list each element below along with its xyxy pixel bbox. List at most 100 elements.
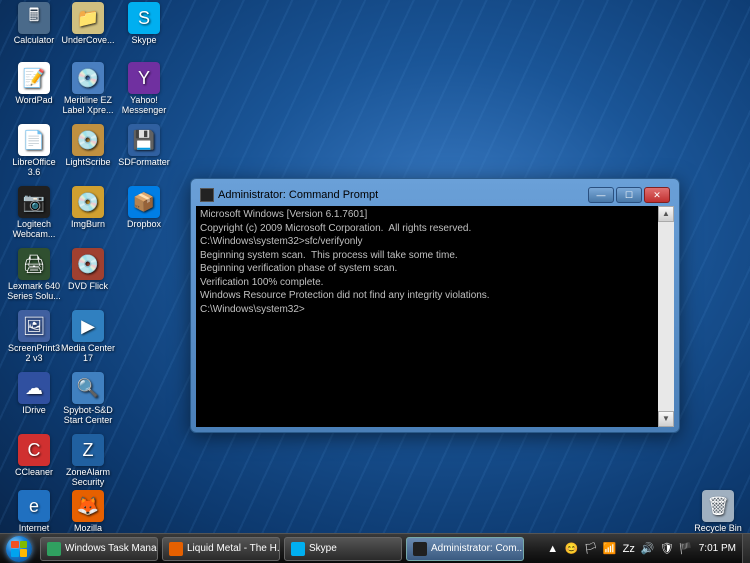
taskbar: Windows Task Manag... Liquid Metal - The … — [0, 533, 750, 563]
tray-icon-1[interactable]: 😊 — [565, 542, 579, 556]
icon-label: ZoneAlarm Security — [60, 468, 116, 488]
icon-label: DVD Flick — [68, 282, 108, 292]
show-desktop-button[interactable] — [742, 534, 750, 563]
tray-icon-4[interactable]: Zz — [622, 542, 636, 556]
app-icon: 🔍 — [72, 372, 104, 404]
taskbar-button-0[interactable]: Windows Task Manag... — [40, 537, 158, 561]
cmd-icon — [200, 188, 214, 202]
console-line: Windows Resource Protection did not find… — [200, 289, 670, 303]
icon-label: IDrive — [22, 406, 46, 416]
console-line: Verification 100% complete. — [200, 276, 670, 290]
maximize-button[interactable]: ☐ — [616, 187, 642, 203]
icon-label: SDFormatter — [118, 158, 170, 168]
taskbar-button-2[interactable]: Skype — [284, 537, 402, 561]
console-line: C:\Windows\system32>sfc/verifyonly — [200, 235, 670, 249]
console-line: Microsoft Windows [Version 6.1.7601] — [200, 208, 670, 222]
desktop-icon-lexmark-640-series-solu[interactable]: 🖨Lexmark 640 Series Solu... — [6, 248, 62, 302]
tray-icon-0[interactable]: ▲ — [546, 542, 560, 556]
close-button[interactable]: ✕ — [644, 187, 670, 203]
icon-label: Logitech Webcam... — [6, 220, 62, 240]
console-line: Beginning verification phase of system s… — [200, 262, 670, 276]
taskbar-label: Administrator: Com... — [431, 543, 524, 554]
taskbar-app-icon — [413, 542, 427, 556]
app-icon: 📝 — [18, 62, 50, 94]
desktop-icon-recycle-bin[interactable]: 🗑Recycle Bin — [690, 490, 746, 534]
desktop-icon-wordpad[interactable]: 📝 WordPad — [6, 62, 62, 106]
desktop-icon-undercove[interactable]: 📁 UnderCove... — [60, 2, 116, 46]
desktop-icon-meritline-ez-label-xpre[interactable]: 💿Meritline EZ Label Xpre... — [60, 62, 116, 116]
desktop-icon-yahoo-messenger[interactable]: YYahoo! Messenger — [116, 62, 172, 116]
desktop-icon-idrive[interactable]: ☁ IDrive — [6, 372, 62, 416]
icon-label: Yahoo! Messenger — [116, 96, 172, 116]
icon-label: ScreenPrint32 v3 — [6, 344, 62, 364]
icon-label: Spybot-S&D Start Center — [60, 406, 116, 426]
desktop-icon-lightscribe[interactable]: 💿 LightScribe — [60, 124, 116, 168]
app-icon: 💿 — [72, 62, 104, 94]
app-icon: S — [128, 2, 160, 34]
icon-label: UnderCove... — [61, 36, 114, 46]
tray-icon-6[interactable]: 🛡 — [660, 542, 674, 556]
taskbar-label: Liquid Metal - The H... — [187, 543, 280, 554]
scroll-track[interactable] — [658, 222, 674, 411]
console-line: Beginning system scan. This process will… — [200, 249, 670, 263]
desktop-icon-zonealarm-security[interactable]: ZZoneAlarm Security — [60, 434, 116, 488]
desktop-icon-sdformatter[interactable]: 💾SDFormatter — [116, 124, 172, 168]
app-icon: 📷 — [18, 186, 50, 218]
console-output[interactable]: Microsoft Windows [Version 6.1.7601]Copy… — [196, 206, 674, 427]
desktop-icon-screenprint32-v3[interactable]: 🖼ScreenPrint32 v3 — [6, 310, 62, 364]
taskbar-app-icon — [169, 542, 183, 556]
desktop-icon-dvd-flick[interactable]: 💿 DVD Flick — [60, 248, 116, 292]
icon-label: LibreOffice 3.6 — [6, 158, 62, 178]
window-title: Administrator: Command Prompt — [218, 189, 588, 201]
icon-label: CCleaner — [15, 468, 53, 478]
app-icon: 🖼 — [18, 310, 50, 342]
icon-label: Meritline EZ Label Xpre... — [60, 96, 116, 116]
app-icon: C — [18, 434, 50, 466]
scrollbar[interactable]: ▲ ▼ — [658, 206, 674, 427]
desktop-icon-media-center-17[interactable]: ▶Media Center 17 — [60, 310, 116, 364]
console-line: C:\Windows\system32> — [200, 303, 670, 317]
desktop-icon-logitech-webcam[interactable]: 📷Logitech Webcam... — [6, 186, 62, 240]
tray-icon-7[interactable]: 🏴 — [679, 542, 693, 556]
app-icon: 🦊 — [72, 490, 104, 522]
desktop-icon-libreoffice-3-6[interactable]: 📄LibreOffice 3.6 — [6, 124, 62, 178]
icon-label: ImgBurn — [71, 220, 105, 230]
app-icon: 🖩 — [18, 2, 50, 34]
app-icon: ▶ — [72, 310, 104, 342]
desktop-icon-imgburn[interactable]: 💿ImgBurn — [60, 186, 116, 230]
app-icon: ☁ — [18, 372, 50, 404]
taskbar-button-3[interactable]: Administrator: Com... — [406, 537, 524, 561]
system-tray: ▲ 😊 🏳 📶 Zz 🔊 🛡 🏴 7:01 PM — [540, 542, 742, 556]
taskbar-label: Windows Task Manag... — [65, 543, 158, 554]
app-icon: 📄 — [18, 124, 50, 156]
tray-icon-5[interactable]: 🔊 — [641, 542, 655, 556]
app-icon: 💿 — [72, 248, 104, 280]
icon-label: WordPad — [15, 96, 52, 106]
icon-label: Dropbox — [127, 220, 161, 230]
scroll-up-button[interactable]: ▲ — [658, 206, 674, 222]
icon-label: LightScribe — [65, 158, 110, 168]
icon-label: Calculator — [14, 36, 55, 46]
taskbar-label: Skype — [309, 543, 337, 554]
taskbar-button-1[interactable]: Liquid Metal - The H... — [162, 537, 280, 561]
start-button[interactable] — [0, 534, 38, 563]
desktop-icon-spybot-s-d-start-center[interactable]: 🔍Spybot-S&D Start Center — [60, 372, 116, 426]
desktop-icon-calculator[interactable]: 🖩 Calculator — [6, 2, 62, 46]
clock[interactable]: 7:01 PM — [699, 543, 736, 554]
app-icon: 📁 — [72, 2, 104, 34]
app-icon: Y — [128, 62, 160, 94]
tray-icon-3[interactable]: 📶 — [603, 542, 617, 556]
minimize-button[interactable]: — — [588, 187, 614, 203]
tray-icon-2[interactable]: 🏳 — [584, 542, 598, 556]
app-icon: 🗑 — [702, 490, 734, 522]
scroll-down-button[interactable]: ▼ — [658, 411, 674, 427]
icon-label: Media Center 17 — [60, 344, 116, 364]
titlebar[interactable]: Administrator: Command Prompt — ☐ ✕ — [196, 184, 674, 206]
desktop-icon-ccleaner[interactable]: C CCleaner — [6, 434, 62, 478]
app-icon: 🖨 — [18, 248, 50, 280]
app-icon: 💿 — [72, 124, 104, 156]
icon-label: Lexmark 640 Series Solu... — [6, 282, 62, 302]
desktop-icon-dropbox[interactable]: 📦Dropbox — [116, 186, 172, 230]
desktop-icon-skype[interactable]: SSkype — [116, 2, 172, 46]
windows-orb-icon — [6, 536, 32, 562]
